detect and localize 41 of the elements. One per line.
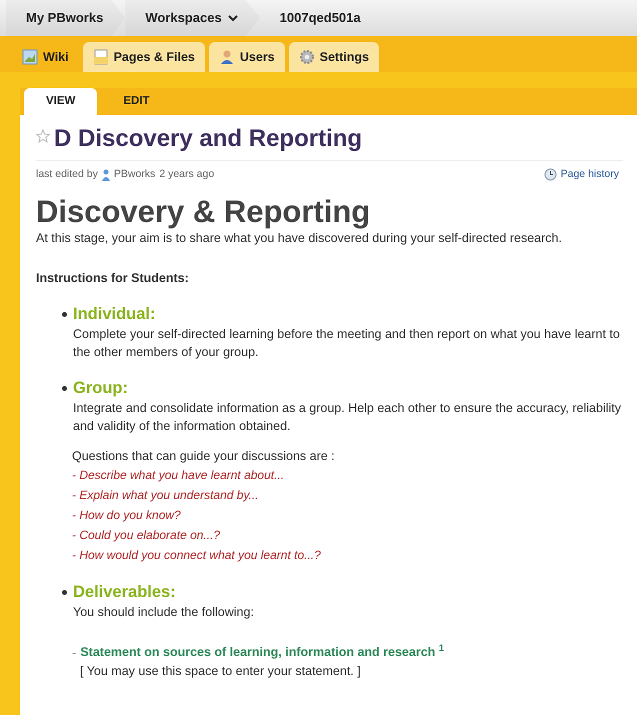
guide-question: - Explain what you understand by... <box>72 486 260 504</box>
section-heading: Deliverables: <box>73 582 177 603</box>
user-icon <box>102 168 110 181</box>
section-text: Complete your self-directed learning before the meeting and then report on what you have learnt to the other members of your group. <box>73 326 621 361</box>
bullet-icon <box>62 312 67 317</box>
breadcrumb-link[interactable]: Workspaces <box>125 0 260 36</box>
star-icon[interactable] <box>36 129 50 143</box>
edit-time: 2 years ago <box>159 166 214 182</box>
page-heading: Discovery & Reporting <box>36 194 372 229</box>
meta-text: last edited by <box>36 166 98 182</box>
deliverable-title: Statement on sources of learning, information and research $^{1}$ <box>80 642 444 661</box>
breadcrumb-link[interactable]: 1007qed501a <box>260 0 383 36</box>
section-text: You should include the following: <box>73 604 254 621</box>
dash: - <box>72 644 76 662</box>
section-heading: Group: <box>73 378 129 399</box>
clock-icon <box>544 168 557 182</box>
nav-tab[interactable]: Settings <box>288 42 379 72</box>
page-history-link[interactable]: Page history <box>560 166 619 183</box>
document-icon <box>92 49 109 65</box>
guide-question: - How would you connect what you learnt to...? <box>72 546 322 564</box>
guide-question: - Could you elaborate on...? <box>72 526 222 544</box>
guide-question: - How do you know? <box>72 506 182 524</box>
question-prompt: Questions that can guide your discussions are : <box>72 448 336 465</box>
page-title: D Discovery and Reporting <box>54 125 362 154</box>
gear-icon <box>298 49 315 65</box>
person-icon <box>218 49 235 65</box>
bullet-icon <box>62 386 67 391</box>
section-text: Integrate and consolidate information as a group. Help each other to ensure the accuracy, reliability and validity of the information obtained. <box>73 400 622 435</box>
picture-frame-icon <box>22 49 38 65</box>
guide-question: - Describe what you have learnt about... <box>72 466 286 484</box>
bullet-icon <box>62 590 67 595</box>
nav-tab[interactable]: Pages & Files <box>82 42 205 72</box>
view-tab[interactable]: EDIT <box>101 88 172 115</box>
breadcrumb-link[interactable]: My PBworks <box>6 0 126 36</box>
placeholder-note: [ You may use this space to enter your statement. ] <box>79 663 362 680</box>
section-heading: Individual: <box>73 304 156 325</box>
instructions-label: Instructions for Students: <box>36 270 190 287</box>
nav-tab[interactable]: Users <box>208 42 285 72</box>
view-tab[interactable]: VIEW <box>24 88 98 115</box>
intro-text: At this stage, your aim is to share what you have discovered during your self-directed research. <box>36 230 563 247</box>
author-link[interactable]: PBworks <box>114 166 156 183</box>
